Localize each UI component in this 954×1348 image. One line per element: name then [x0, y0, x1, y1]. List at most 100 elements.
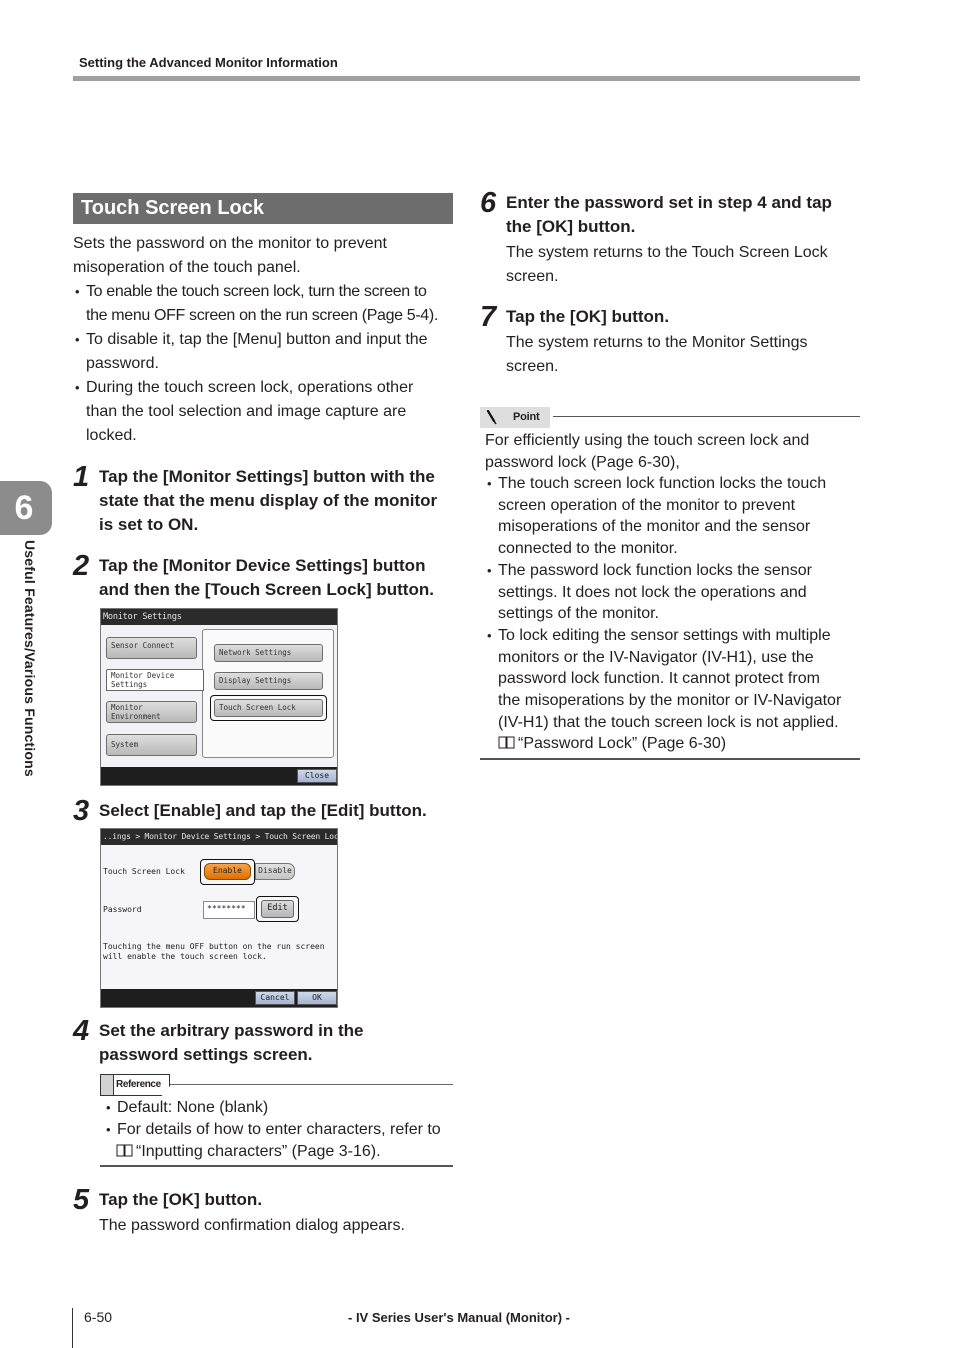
- bullet-line: To lock editing the sensor settings with…: [498, 626, 831, 644]
- network-settings-button[interactable]: Network Settings: [214, 644, 323, 662]
- step-instruction: Tap the [Monitor Device Settings] button…: [99, 554, 459, 602]
- button-line: Environment: [111, 712, 161, 721]
- chapter-label: Useful Features/Various Functions: [22, 540, 38, 777]
- description-line: screen.: [506, 358, 559, 375]
- step-instruction: Enter the password set in step 4 and tap…: [506, 191, 866, 239]
- step-line: the [OK] button.: [506, 217, 636, 236]
- password-label: Password: [103, 905, 142, 914]
- step-number: 2: [73, 550, 90, 582]
- step-instruction: Tap the [Monitor Settings] button with t…: [99, 465, 459, 537]
- book-icon: [116, 1144, 133, 1157]
- footer-rule: [72, 1308, 73, 1348]
- password-field[interactable]: ********: [203, 901, 255, 919]
- bullet-line: During the touch screen lock, operations…: [86, 379, 414, 396]
- step-line: and then the [Touch Screen Lock] button.: [99, 580, 434, 599]
- bullet-line: “Inputting characters” (Page 3-16).: [116, 1141, 454, 1163]
- close-button[interactable]: Close: [297, 769, 337, 783]
- screen-breadcrumb: ..ings > Monitor Device Settings > Touch…: [101, 829, 337, 845]
- reference-label: Reference: [116, 1079, 161, 1090]
- bullet-line: locked.: [86, 427, 137, 444]
- screen-title: Monitor Settings: [101, 609, 337, 625]
- bullet-item: To lock editing the sensor settings with…: [485, 625, 860, 755]
- step-line: is set to ON.: [99, 515, 199, 534]
- bullet-line: connected to the monitor.: [498, 540, 678, 558]
- step-line: state that the menu display of the monit…: [99, 491, 438, 510]
- reference-tag: Reference: [100, 1074, 170, 1096]
- monitor-device-settings-button[interactable]: Monitor Device Settings: [106, 669, 204, 691]
- section-heading: Touch Screen Lock: [81, 197, 265, 219]
- monitor-environment-button[interactable]: Monitor Environment: [106, 701, 197, 723]
- step-number: 1: [73, 461, 90, 493]
- reference-bullets: Default: None (blank) For details of how…: [104, 1097, 454, 1163]
- intro-bullets: To enable the touch screen lock, turn th…: [73, 280, 458, 448]
- bullet-line: To enable the touch screen lock, turn th…: [86, 283, 427, 300]
- password-lock-link[interactable]: “Password Lock” (Page 6-30): [518, 735, 726, 752]
- point-tag: Point: [480, 407, 550, 428]
- step-number: 7: [480, 301, 497, 333]
- step-line: Enter the password set in step 4 and tap: [506, 193, 832, 212]
- step-5-description: The password confirmation dialog appears…: [99, 1217, 405, 1234]
- touch-screen-lock-button[interactable]: Touch Screen Lock: [214, 699, 323, 717]
- monitor-settings-screenshot: Monitor Settings Sensor Connect Monitor …: [100, 608, 338, 786]
- point-intro: For efficiently using the touch screen l…: [485, 430, 860, 473]
- step-line: Set the arbitrary password in the: [99, 1021, 364, 1040]
- bullet-line: misoperations of the monitor and the sen…: [498, 518, 811, 536]
- point-bullets: The touch screen lock function locks the…: [485, 473, 860, 755]
- button-line: Monitor: [111, 703, 143, 712]
- touch-screen-lock-screenshot: ..ings > Monitor Device Settings > Touch…: [100, 828, 338, 1008]
- step-number: 5: [73, 1184, 90, 1216]
- reference-bottom-rule: [100, 1165, 453, 1167]
- pen-icon: [486, 410, 497, 425]
- book-icon: [498, 736, 515, 749]
- step-number: 3: [73, 795, 90, 827]
- intro-line: misoperation of the touch panel.: [73, 259, 301, 276]
- bullet-item: Default: None (blank): [104, 1097, 454, 1119]
- message-line: Touching the menu OFF button on the run …: [103, 942, 325, 951]
- enable-toggle[interactable]: Enable: [204, 863, 251, 880]
- point-rule: [553, 416, 860, 417]
- bullet-line: password lock function. It cannot protec…: [498, 670, 820, 688]
- step-line: Tap the [Monitor Settings] button with t…: [99, 467, 435, 486]
- step-instruction: Tap the [OK] button.: [99, 1188, 459, 1212]
- bullet-line: The password lock function locks the sen…: [498, 561, 812, 579]
- message-line: will enable the touch screen lock.: [103, 952, 267, 961]
- step-line: Select [Enable] and tap the [Edit] butto…: [99, 801, 427, 820]
- description-line: The system returns to the Monitor Settin…: [506, 334, 808, 351]
- edit-button[interactable]: Edit: [261, 900, 294, 918]
- step-6-description: The system returns to the Touch Screen L…: [506, 241, 828, 289]
- bullet-line: monitors or the IV-Navigator (IV-H1), us…: [498, 648, 814, 666]
- display-settings-button[interactable]: Display Settings: [214, 672, 323, 690]
- sensor-connect-button[interactable]: Sensor Connect: [106, 637, 197, 659]
- ok-button[interactable]: OK: [297, 991, 337, 1005]
- step-instruction: Select [Enable] and tap the [Edit] butto…: [99, 799, 459, 823]
- header-rule: [73, 76, 860, 81]
- bullet-item: The password lock function locks the sen…: [485, 560, 860, 625]
- bullet-line: screen operation of the monitor to preve…: [498, 496, 796, 514]
- step-line: Tap the [OK] button.: [506, 307, 670, 326]
- bullet-line: the menu OFF screen on the run screen (P…: [86, 307, 438, 324]
- step-7-description: The system returns to the Monitor Settin…: [506, 331, 807, 379]
- bullet-line: settings. It does not lock the operation…: [498, 583, 807, 601]
- bullet-line: “Password Lock” (Page 6-30): [498, 733, 860, 755]
- point-label: Point: [513, 411, 540, 423]
- bullet-line: (IV-H1) that the touch screen lock is no…: [498, 713, 839, 731]
- intro-paragraph: Sets the password on the monitor to prev…: [73, 232, 453, 280]
- intro-line: Sets the password on the monitor to prev…: [73, 235, 387, 252]
- button-line: Monitor Device: [111, 671, 175, 680]
- step-instruction: Set the arbitrary password in the passwo…: [99, 1019, 459, 1067]
- reference-link[interactable]: “Inputting characters” (Page 3-16).: [136, 1143, 381, 1160]
- bullet-line: For details of how to enter characters, …: [117, 1121, 441, 1138]
- bullet-line: To disable it, tap the [Menu] button and…: [86, 331, 428, 348]
- description-line: The system returns to the Touch Screen L…: [506, 244, 828, 261]
- step-line: Tap the [OK] button.: [99, 1190, 263, 1209]
- disable-toggle[interactable]: Disable: [255, 863, 295, 880]
- system-button[interactable]: System: [106, 734, 197, 756]
- touch-screen-lock-label: Touch Screen Lock: [103, 867, 185, 876]
- step-number: 6: [480, 187, 497, 219]
- point-intro-line: password lock (Page 6-30),: [485, 453, 680, 471]
- bullet-line: than the tool selection and image captur…: [86, 403, 407, 420]
- bullet-item: For details of how to enter characters, …: [104, 1119, 454, 1163]
- cancel-button[interactable]: Cancel: [255, 991, 295, 1005]
- point-intro-line: For efficiently using the touch screen l…: [485, 432, 810, 449]
- step-line: Tap the [Monitor Device Settings] button: [99, 556, 426, 575]
